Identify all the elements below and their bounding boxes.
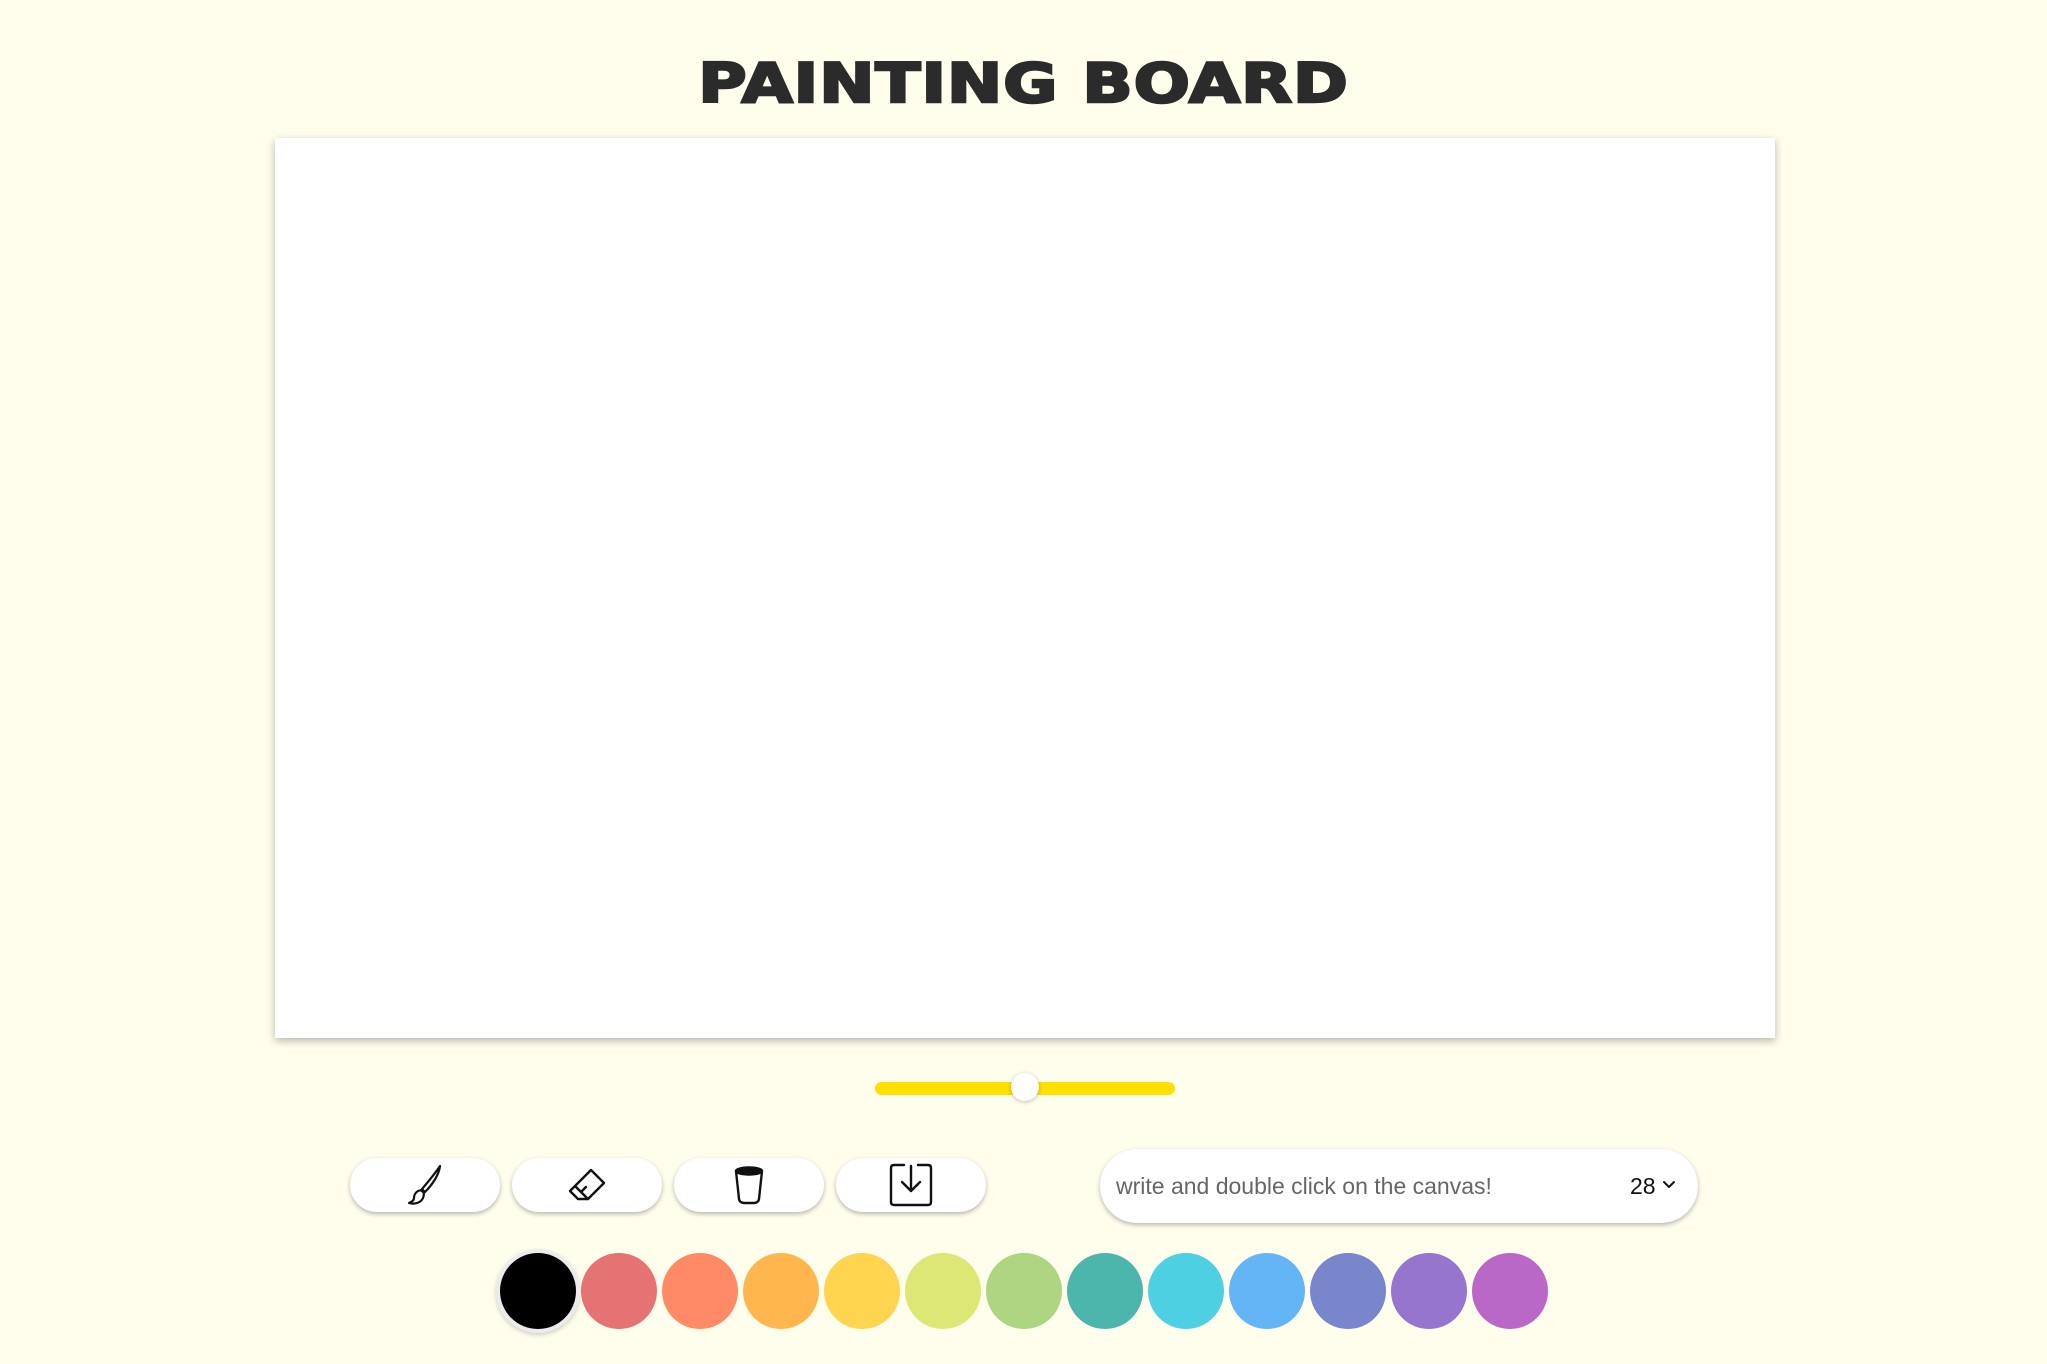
text-tool: 28 [1100, 1149, 1698, 1223]
brush-size-slider[interactable] [875, 1073, 1175, 1101]
eraser-button[interactable] [512, 1158, 662, 1212]
color-swatch[interactable] [500, 1253, 576, 1329]
paintbrush-icon [402, 1162, 448, 1208]
eraser-icon [564, 1162, 610, 1208]
color-swatch[interactable] [662, 1253, 738, 1329]
color-swatch[interactable] [986, 1253, 1062, 1329]
color-swatch[interactable] [743, 1253, 819, 1329]
color-swatch[interactable] [905, 1253, 981, 1329]
download-button[interactable] [836, 1158, 986, 1212]
trash-bin-icon [726, 1162, 772, 1208]
color-swatch[interactable] [1391, 1253, 1467, 1329]
slider-thumb[interactable] [1011, 1073, 1039, 1101]
page-title: PAINTING BOARD [697, 51, 1349, 116]
download-icon [887, 1161, 935, 1209]
clear-button[interactable] [674, 1158, 824, 1212]
color-swatch[interactable] [824, 1253, 900, 1329]
brush-button[interactable] [350, 1158, 500, 1212]
drawing-canvas[interactable] [275, 138, 1775, 1038]
text-input[interactable] [1116, 1167, 1586, 1205]
color-swatch[interactable] [1148, 1253, 1224, 1329]
color-swatch[interactable] [1472, 1253, 1548, 1329]
color-swatch[interactable] [1067, 1253, 1143, 1329]
font-size-value: 28 [1630, 1172, 1656, 1199]
color-swatch[interactable] [1310, 1253, 1386, 1329]
chevron-down-icon [1662, 1177, 1676, 1195]
color-swatch[interactable] [1229, 1253, 1305, 1329]
font-size-select[interactable]: 28 [1630, 1167, 1676, 1205]
color-swatch[interactable] [581, 1253, 657, 1329]
